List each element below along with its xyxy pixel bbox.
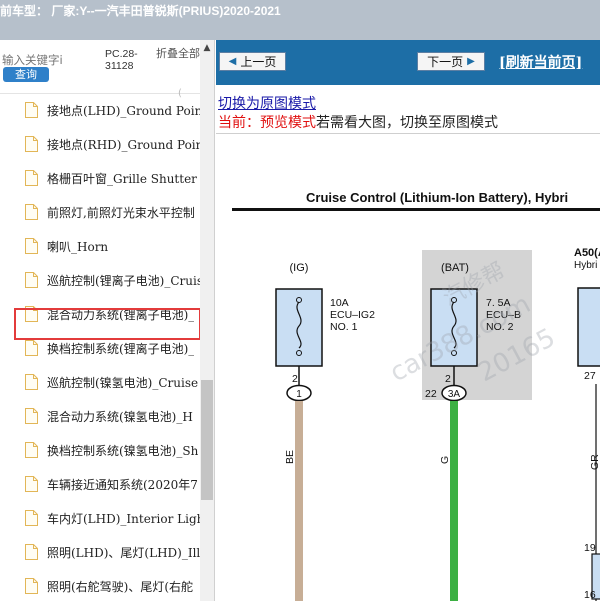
sidebar-separator: ( xyxy=(0,88,200,99)
tree-item-label: 照明(右舵驾驶)、尾灯(右舵 xyxy=(47,579,194,594)
search-input[interactable] xyxy=(2,52,100,68)
connector2-pin: 22 xyxy=(425,388,437,400)
component-pin-19: 19 xyxy=(584,542,596,554)
next-page-label: 下一页 xyxy=(427,55,464,69)
tree-item[interactable]: 接地点(RHD)_Ground Point xyxy=(14,129,200,159)
tree-item[interactable]: 巡航控制(锂离子电池)_Cruise xyxy=(14,265,200,295)
document-icon xyxy=(25,306,38,322)
tree-item[interactable]: 照明(LHD)、尾灯(LHD)_Illu xyxy=(14,537,200,567)
mode-status-current: 当前：预览模式 xyxy=(218,115,316,131)
wire-g-label: G xyxy=(439,456,451,464)
component-a50-header: A50(A xyxy=(574,247,600,259)
tree-item-label: 接地点(LHD)_Ground Point xyxy=(47,103,200,118)
tree-item-label: 车辆接近通知系统(2020年7 xyxy=(47,477,198,492)
tree-item[interactable]: 车辆接近通知系统(2020年7 xyxy=(14,469,200,499)
sidebar-header: 查询 PC.28-31128 折叠全部 ( xyxy=(0,40,200,99)
page-nav-bar: ◀ 上一页 下一页 ▶ [刷新当前页] xyxy=(216,40,600,85)
document-icon xyxy=(25,204,38,220)
component-a50-pin: 27 xyxy=(584,370,596,382)
connector2-label: 3A xyxy=(448,389,461,400)
wiring-diagram: Cruise Control (Lithium-Ion Battery), Hy… xyxy=(232,190,600,601)
wire-gr-label: GR xyxy=(589,454,600,470)
tree-item-label: 巡航控制(镍氢电池)_Cruise xyxy=(47,375,199,390)
switch-mode-link[interactable]: 切换为原图模式 xyxy=(218,93,316,113)
fuse1-pin: 2 xyxy=(292,373,298,385)
tree-item[interactable]: 格栅百叶窗_Grille Shutter xyxy=(14,163,200,193)
tree-item[interactable]: 接地点(LHD)_Ground Point xyxy=(14,95,200,125)
wire-be-label: BE xyxy=(284,450,296,464)
tree-item[interactable]: 照明(右舵驾驶)、尾灯(右舵 xyxy=(14,571,200,601)
tree-item-label: 换档控制系统(镍氢电池)_Sh xyxy=(47,443,199,458)
refresh-page-link[interactable]: [刷新当前页] xyxy=(499,52,582,72)
next-page-button[interactable]: 下一页 ▶ xyxy=(417,52,485,71)
fuse1-name1: ECU–IG2 xyxy=(330,309,375,321)
document-icon xyxy=(25,510,38,526)
document-icon xyxy=(25,170,38,186)
search-button[interactable]: 查询 xyxy=(3,67,49,82)
wire-g xyxy=(450,401,458,601)
document-icon xyxy=(25,238,38,254)
arrow-right-icon: ▶ xyxy=(467,56,475,67)
title-underline xyxy=(232,208,600,211)
fuse1-name2: NO. 1 xyxy=(330,321,358,333)
tree-item-label: 车内灯(LHD)_Interior Light xyxy=(47,511,200,526)
document-icon xyxy=(25,578,38,594)
document-icon xyxy=(25,272,38,288)
tree-item-label: 混合动力系统(锂离子电池)_ xyxy=(47,307,195,322)
fuse2-pin: 2 xyxy=(445,373,451,385)
tree-item-label: 格栅百叶窗_Grille Shutter xyxy=(47,171,197,186)
document-icon xyxy=(25,408,38,424)
window-title-bar: 前车型： 厂家:Y--一汽丰田普锐斯(PRIUS)2020-2021 xyxy=(0,0,600,40)
tree-item-label: 巡航控制(锂离子电池)_Cruise xyxy=(47,273,200,288)
prev-page-button[interactable]: ◀ 上一页 xyxy=(219,52,286,71)
tree-item-label: 照明(LHD)、尾灯(LHD)_Illu xyxy=(47,545,200,560)
tree-item[interactable]: 车内灯(LHD)_Interior Light xyxy=(14,503,200,533)
tree-item[interactable]: 换档控制系统(锂离子电池)_ xyxy=(14,333,200,363)
diagram-title: Cruise Control (Lithium-Ion Battery), Hy… xyxy=(306,190,568,205)
document-icon xyxy=(25,544,38,560)
arrow-left-icon: ◀ xyxy=(228,56,237,67)
wire-be xyxy=(295,401,303,601)
document-icon xyxy=(25,136,38,152)
sidebar-scrollbar[interactable]: ▲ xyxy=(200,40,214,601)
pc-code-label: PC.28-31128 xyxy=(105,48,138,72)
tree-item[interactable]: 换档控制系统(镍氢电池)_Sh xyxy=(14,435,200,465)
scrollbar-thumb[interactable] xyxy=(201,380,213,500)
document-icon xyxy=(25,374,38,390)
mode-status: 当前：预览模式若需看大图，切换至原图模式 xyxy=(218,112,498,132)
document-icon xyxy=(25,340,38,356)
tree-item[interactable]: 混合动力系统(镍氢电池)_H xyxy=(14,401,200,431)
tree-item[interactable]: 混合动力系统(锂离子电池)_ xyxy=(14,299,200,329)
tree-item-label: 换档控制系统(锂离子电池)_ xyxy=(47,341,195,356)
window-title: 前车型： 厂家:Y--一汽丰田普锐斯(PRIUS)2020-2021 xyxy=(0,4,281,18)
fuse1-header: (IG) xyxy=(290,262,309,274)
main-panel: ◀ 上一页 下一页 ▶ [刷新当前页] 切换为原图模式 当前：预览模式若需看大图… xyxy=(216,40,600,601)
mode-status-hint: 若需看大图，切换至原图模式 xyxy=(316,115,498,131)
tree-item-label: 接地点(RHD)_Ground Point xyxy=(47,137,200,152)
fuse1-rating: 10A xyxy=(330,297,349,309)
component-a50-sub: Hybri xyxy=(574,260,597,271)
tree-item[interactable]: 前照灯,前照灯光束水平控制 xyxy=(14,197,200,227)
fuse1-box xyxy=(275,288,323,367)
sidebar: 查询 PC.28-31128 折叠全部 ( 接地点(LHD)_Ground Po… xyxy=(0,40,215,601)
document-icon xyxy=(25,442,38,458)
prev-page-label: 上一页 xyxy=(240,55,277,69)
tree-item[interactable]: 喇叭_Horn xyxy=(14,231,200,261)
connector1-label: 1 xyxy=(296,389,302,400)
component-a50-box xyxy=(577,287,600,367)
tree-item-label: 混合动力系统(镍氢电池)_H xyxy=(47,409,193,424)
scroll-up-arrow-icon[interactable]: ▲ xyxy=(200,42,214,54)
tree-item-label: 前照灯,前照灯光束水平控制 xyxy=(47,205,195,220)
component-pin-16: 16 xyxy=(584,589,596,601)
tree-item[interactable]: 巡航控制(镍氢电池)_Cruise xyxy=(14,367,200,397)
document-icon xyxy=(25,102,38,118)
fuse2-header: (BAT) xyxy=(441,262,469,274)
document-icon xyxy=(25,476,38,492)
tree-item-label: 喇叭_Horn xyxy=(47,239,109,254)
collapse-all-link[interactable]: 折叠全部 xyxy=(156,48,200,60)
